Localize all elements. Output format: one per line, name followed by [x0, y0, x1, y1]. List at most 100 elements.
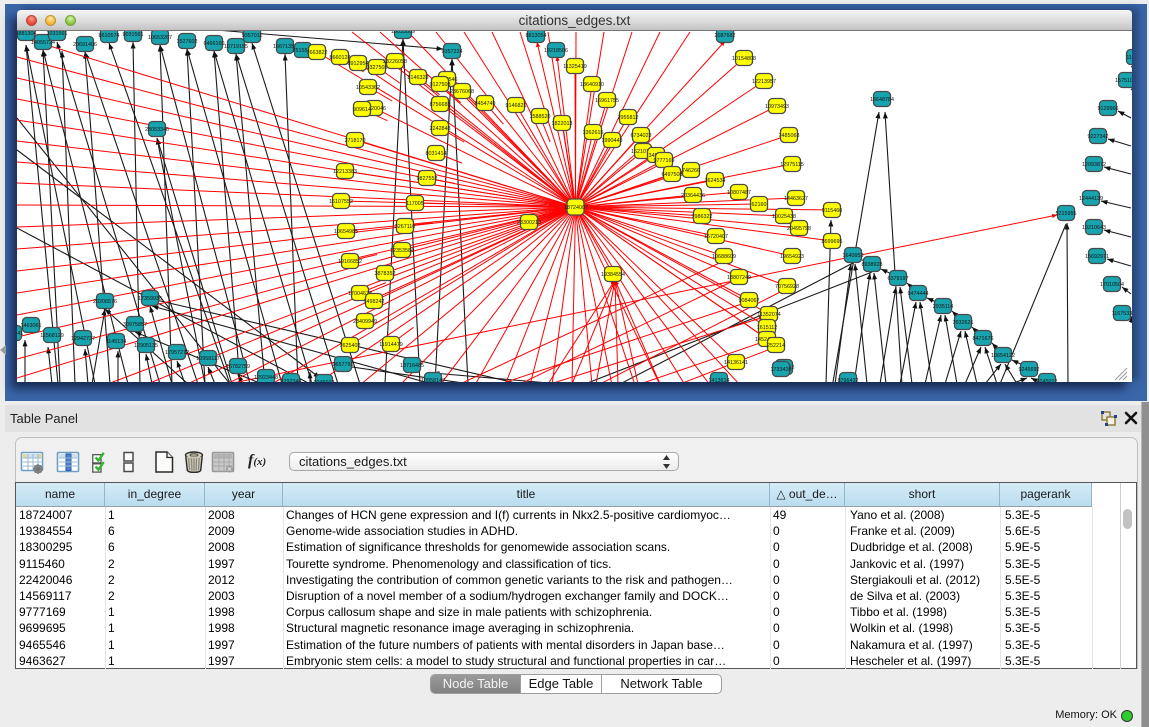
svg-text:746266: 746266 [682, 168, 700, 174]
svg-text:2242848: 2242848 [430, 126, 451, 132]
svg-text:14463627: 14463627 [784, 196, 808, 202]
svg-text:909614: 909614 [353, 107, 371, 113]
svg-text:18724007: 18724007 [564, 205, 588, 211]
svg-text:11325419: 11325419 [563, 64, 587, 70]
svg-text:1640953: 1640953 [843, 253, 864, 259]
svg-text:9227342: 9227342 [1088, 134, 1109, 140]
svg-text:1145134: 1145134 [106, 339, 127, 345]
svg-text:19384554: 19384554 [601, 272, 625, 278]
svg-text:16107552: 16107552 [329, 199, 353, 205]
svg-text:28053346: 28053346 [145, 127, 169, 133]
svg-text:10653267: 10653267 [148, 35, 172, 41]
svg-text:9245013: 9245013 [314, 380, 335, 382]
svg-text:1167533: 1167533 [1112, 311, 1132, 317]
svg-text:10958147: 10958147 [421, 378, 445, 382]
svg-text:9657791: 9657791 [333, 362, 354, 368]
svg-text:9327503: 9327503 [367, 65, 388, 71]
svg-text:9115460: 9115460 [822, 208, 843, 214]
svg-text:16782759: 16782759 [226, 364, 250, 370]
svg-text:16648784: 16648784 [870, 97, 894, 103]
svg-text:1527602: 1527602 [177, 39, 198, 45]
svg-text:3878352: 3878352 [375, 271, 396, 277]
svg-text:8031414: 8031414 [426, 151, 447, 157]
svg-text:12353584: 12353584 [390, 248, 414, 254]
svg-text:7955812: 7955812 [618, 115, 639, 121]
svg-text:12975115: 12975115 [780, 162, 804, 168]
svg-text:10654985: 10654985 [334, 229, 358, 235]
svg-text:12213957: 12213957 [752, 79, 776, 85]
svg-text:15720407: 15720407 [704, 234, 728, 240]
svg-text:18640910: 18640910 [580, 82, 604, 88]
svg-text:1362615: 1362615 [583, 130, 604, 136]
svg-text:15751074: 15751074 [1115, 78, 1132, 84]
svg-text:6379197: 6379197 [888, 276, 909, 282]
svg-text:15692971: 15692971 [1085, 254, 1109, 260]
svg-text:30975857: 30975857 [123, 322, 147, 328]
svg-text:9357011: 9357011 [242, 33, 263, 39]
svg-text:12923448: 12923448 [254, 375, 278, 381]
svg-text:2087682: 2087682 [715, 33, 736, 39]
svg-text:9127508: 9127508 [430, 82, 451, 88]
svg-text:16033809: 16033809 [391, 31, 415, 35]
svg-text:8813054: 8813054 [526, 33, 547, 39]
svg-text:10654122: 10654122 [991, 353, 1015, 359]
svg-text:8610574: 8610574 [99, 33, 120, 39]
svg-text:23226058: 23226058 [383, 59, 407, 65]
svg-text:19166852: 19166852 [338, 259, 362, 265]
svg-text:10154808: 10154808 [732, 56, 756, 62]
svg-text:19218506: 19218506 [544, 48, 568, 54]
svg-text:5215955: 5215955 [1056, 211, 1077, 217]
svg-text:7663822: 7663822 [307, 50, 328, 56]
svg-text:2718170: 2718170 [345, 138, 366, 144]
svg-text:8796432: 8796432 [838, 378, 859, 382]
svg-text:16961755: 16961755 [595, 98, 619, 104]
svg-text:7485063: 7485063 [779, 133, 800, 139]
svg-text:23300213: 23300213 [517, 220, 541, 226]
svg-text:3624534: 3624534 [705, 178, 726, 184]
svg-text:2935114: 2935114 [933, 304, 954, 310]
svg-text:111941: 111941 [1126, 55, 1132, 61]
svg-text:70756928: 70756928 [775, 284, 799, 290]
svg-text:12093872: 12093872 [1082, 162, 1106, 168]
svg-text:8146328: 8146328 [408, 75, 429, 81]
svg-text:11914479: 11914479 [379, 342, 403, 348]
svg-text:3911741: 3911741 [17, 331, 23, 337]
svg-text:117005: 117005 [406, 201, 424, 207]
svg-text:10719155: 10719155 [224, 44, 248, 50]
svg-text:8756685: 8756685 [430, 102, 451, 108]
svg-text:8454749: 8454749 [475, 101, 496, 107]
svg-text:10025438: 10025438 [772, 214, 796, 220]
svg-text:10807487: 10807487 [727, 190, 751, 196]
svg-text:10688609: 10688609 [712, 254, 736, 260]
svg-text:9084067: 9084067 [739, 298, 760, 304]
svg-text:11568129: 11568129 [40, 333, 64, 339]
svg-text:7625402: 7625402 [340, 343, 361, 349]
svg-text:17359936: 17359936 [138, 296, 162, 302]
svg-text:17010504: 17010504 [1100, 282, 1124, 288]
svg-text:252214: 252214 [767, 343, 785, 349]
svg-text:7632621: 7632621 [953, 320, 974, 326]
svg-text:8938928: 8938928 [862, 262, 883, 268]
svg-text:1733426: 1733426 [771, 367, 792, 373]
svg-text:1463061: 1463061 [21, 323, 42, 329]
svg-text:1292344: 1292344 [281, 379, 302, 382]
svg-text:12213383: 12213383 [333, 169, 357, 175]
svg-text:9129966: 9129966 [1098, 106, 1119, 112]
svg-text:1990443: 1990443 [602, 138, 623, 144]
svg-text:20364436: 20364436 [681, 193, 705, 199]
svg-text:17957272: 17957272 [165, 350, 189, 356]
svg-text:9245012: 9245012 [1037, 379, 1058, 382]
svg-text:10543362: 10543362 [356, 85, 380, 91]
svg-text:6466160: 6466160 [204, 41, 225, 47]
svg-text:1881304: 1881304 [17, 31, 37, 37]
svg-text:10958117: 10958117 [196, 356, 220, 362]
svg-text:1822013: 1822013 [552, 121, 573, 127]
svg-text:23676068: 23676068 [450, 89, 474, 95]
svg-text:1588520: 1588520 [530, 114, 551, 120]
svg-text:7986322: 7986322 [692, 214, 713, 220]
svg-text:9357224: 9357224 [442, 49, 463, 55]
svg-text:9474444: 9474444 [908, 291, 929, 297]
svg-text:1615112: 1615112 [757, 325, 778, 331]
svg-text:18807249: 18807249 [727, 275, 751, 281]
svg-text:6734023: 6734023 [631, 133, 652, 139]
